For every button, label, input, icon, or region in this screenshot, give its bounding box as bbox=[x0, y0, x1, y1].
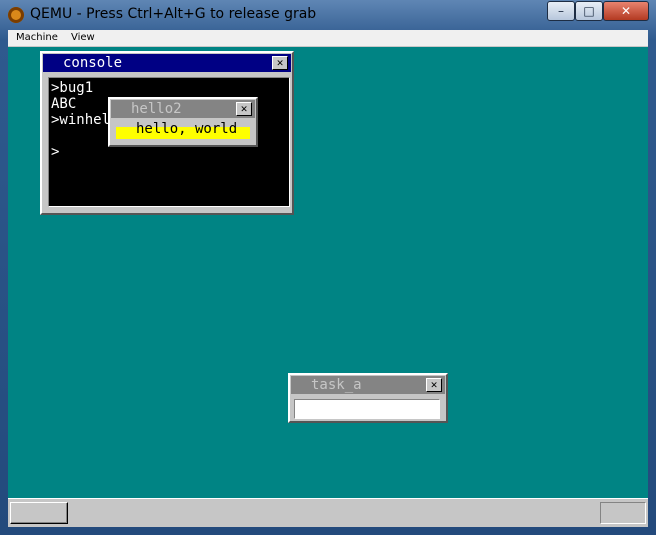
hello2-message: hello, world bbox=[136, 121, 238, 137]
guest-screen[interactable]: console ✕ >bug1 ABC >winhelo > hello2 ✕ … bbox=[8, 47, 648, 527]
console-title: console bbox=[63, 55, 123, 71]
close-button[interactable]: ✕ bbox=[603, 1, 649, 21]
close-icon: ✕ bbox=[620, 4, 632, 18]
task-a-textbox[interactable] bbox=[294, 399, 440, 419]
minimize-icon: – bbox=[558, 4, 564, 18]
hello2-title: hello2 bbox=[131, 101, 182, 117]
qemu-icon bbox=[8, 7, 24, 23]
taskbar bbox=[8, 498, 648, 527]
task-a-titlebar[interactable]: task_a ✕ bbox=[291, 376, 445, 394]
console-line: >bug1 bbox=[51, 80, 94, 96]
window-title: QEMU - Press Ctrl+Alt+G to release grab bbox=[30, 6, 317, 22]
hello2-window[interactable]: hello2 ✕ hello, world bbox=[108, 97, 258, 147]
hello2-close-icon[interactable]: ✕ bbox=[236, 102, 252, 116]
minimize-button[interactable]: – bbox=[547, 1, 575, 21]
menu-bar: Machine View bbox=[8, 30, 648, 47]
hello2-titlebar[interactable]: hello2 ✕ bbox=[111, 100, 255, 118]
menu-view[interactable]: View bbox=[71, 32, 95, 43]
task-a-title: task_a bbox=[311, 377, 362, 393]
menu-machine[interactable]: Machine bbox=[16, 32, 58, 43]
qemu-window: QEMU - Press Ctrl+Alt+G to release grab … bbox=[0, 0, 656, 535]
console-prompt: > bbox=[51, 144, 60, 160]
maximize-icon: □ bbox=[583, 4, 595, 18]
task-a-window[interactable]: task_a ✕ bbox=[288, 373, 448, 423]
console-close-icon[interactable]: ✕ bbox=[272, 56, 288, 70]
start-button[interactable] bbox=[10, 502, 68, 524]
maximize-button[interactable]: □ bbox=[575, 1, 603, 21]
console-titlebar[interactable]: console ✕ bbox=[43, 54, 291, 72]
task-a-close-icon[interactable]: ✕ bbox=[426, 378, 442, 392]
system-tray bbox=[600, 502, 646, 524]
console-line: ABC bbox=[51, 96, 77, 112]
window-titlebar[interactable]: QEMU - Press Ctrl+Alt+G to release grab … bbox=[0, 0, 656, 30]
